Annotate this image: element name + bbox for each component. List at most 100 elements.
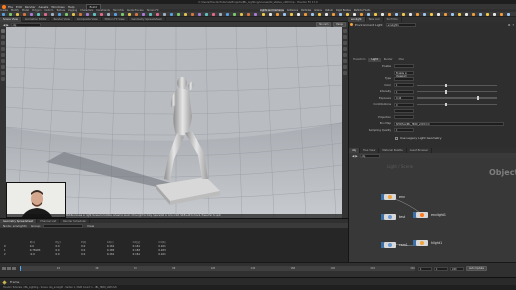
move-tool-icon[interactable] xyxy=(1,35,5,39)
param-value-field[interactable] xyxy=(394,108,414,113)
shelf-tool-icon[interactable] xyxy=(233,13,236,16)
light-tool-icon[interactable] xyxy=(374,13,377,16)
param-node-name[interactable]: envlight1 xyxy=(385,22,416,27)
scale-tool-icon[interactable] xyxy=(1,47,5,51)
menu-assets[interactable]: Assets xyxy=(39,5,49,9)
param-slider[interactable] xyxy=(417,96,497,100)
shelf-tool-icon[interactable] xyxy=(247,13,250,16)
back-icon[interactable]: ◀ xyxy=(3,23,5,27)
help-icon[interactable]: ? xyxy=(512,23,514,27)
shelf-tool-icon[interactable] xyxy=(212,13,215,16)
light-tool-icon[interactable] xyxy=(395,13,398,16)
light-tool-icon[interactable] xyxy=(325,13,328,16)
light-tool-icon[interactable] xyxy=(507,13,510,16)
shelf-tool-icon[interactable] xyxy=(219,13,222,16)
network-path[interactable]: obj xyxy=(10,22,41,27)
light-tool-icon[interactable] xyxy=(367,13,370,16)
param-subtab-1[interactable]: Light xyxy=(368,58,381,62)
light-tool-icon[interactable] xyxy=(332,13,335,16)
display-options-icon[interactable] xyxy=(343,29,347,33)
light-tool-icon[interactable] xyxy=(381,13,384,16)
light-tool-icon[interactable] xyxy=(318,13,321,16)
light-tool-icon[interactable] xyxy=(262,13,265,16)
tab-viewer-0[interactable]: Scene View xyxy=(0,16,22,22)
light-tool-icon[interactable] xyxy=(465,13,468,16)
param-value-field[interactable]: Enable in Viewport xyxy=(394,70,414,78)
brush-tool-icon[interactable] xyxy=(1,77,5,81)
pose-tool-icon[interactable] xyxy=(1,59,5,63)
snap-tool-icon[interactable] xyxy=(1,71,5,75)
param-value-field[interactable] xyxy=(394,64,414,69)
network-node[interactable]: test xyxy=(381,214,405,220)
camera-icon[interactable] xyxy=(343,47,347,51)
light-tool-icon[interactable] xyxy=(430,13,433,16)
param-subtab-3[interactable]: Misc xyxy=(396,58,408,62)
tab-viewer-4[interactable]: Motion FX View xyxy=(102,16,129,22)
render-region-icon[interactable] xyxy=(343,71,347,75)
param-subtab-2[interactable]: Render xyxy=(381,58,396,62)
network-node[interactable]: env xyxy=(381,194,405,200)
select-tool-icon[interactable] xyxy=(1,29,5,33)
tab-viewer-2[interactable]: Render View xyxy=(51,16,74,22)
light-tool-icon[interactable] xyxy=(479,13,482,16)
rotate-tool-icon[interactable] xyxy=(1,41,5,45)
key-icon[interactable] xyxy=(2,279,7,285)
network-node[interactable]: cam1 xyxy=(381,242,408,248)
light-tool-icon[interactable] xyxy=(500,13,503,16)
table-row[interactable]: 2 -0.0 0.0 0.0 0.161 0.161 0.161 xyxy=(4,253,184,257)
param-slider[interactable] xyxy=(417,83,497,88)
gear-icon[interactable]: ⚙ xyxy=(508,23,511,27)
param-slider[interactable] xyxy=(417,102,497,107)
menu-file[interactable]: File xyxy=(8,5,13,9)
view-tool-icon[interactable] xyxy=(1,65,5,69)
lighting-icon[interactable] xyxy=(343,35,347,39)
shelf-tool-icon[interactable] xyxy=(191,13,194,16)
end-frame-field[interactable]: 240 xyxy=(450,266,464,271)
forward-icon[interactable]: ▶ xyxy=(6,23,8,27)
play-icon[interactable] xyxy=(11,267,16,270)
visibility-icon[interactable] xyxy=(343,53,347,57)
menu-edit[interactable]: Edit xyxy=(16,5,22,9)
param-value-field[interactable]: 0.44 xyxy=(394,96,414,101)
jump-start-icon[interactable] xyxy=(1,267,6,270)
slider-handle[interactable] xyxy=(445,83,447,88)
light-tool-icon[interactable] xyxy=(360,13,363,16)
param-value-field[interactable] xyxy=(394,76,414,81)
light-tool-icon[interactable] xyxy=(297,13,300,16)
param-value-field[interactable]: 1 xyxy=(394,128,414,133)
light-tool-icon[interactable] xyxy=(458,13,461,16)
tab-viewer-3[interactable]: Composite View xyxy=(74,16,102,22)
shelf-tool-icon[interactable] xyxy=(184,13,187,16)
menu-render[interactable]: Render xyxy=(25,5,36,9)
light-tool-icon[interactable] xyxy=(444,13,447,16)
light-tool-icon[interactable] xyxy=(472,13,475,16)
shading-icon[interactable] xyxy=(343,41,347,45)
shelf-tool-icon[interactable] xyxy=(198,13,201,16)
handle-tool-icon[interactable] xyxy=(1,53,5,57)
slider-handle[interactable] xyxy=(445,102,447,107)
slider-handle[interactable] xyxy=(477,96,479,100)
menu-help[interactable]: Help xyxy=(68,5,75,9)
shelf-tool-icon[interactable] xyxy=(170,13,173,16)
auto-update-button[interactable]: Auto Update xyxy=(466,266,487,271)
light-tool-icon[interactable] xyxy=(346,13,349,16)
spreadsheet-group-field[interactable] xyxy=(43,223,84,228)
light-tool-icon[interactable] xyxy=(339,13,342,16)
light-tool-icon[interactable] xyxy=(486,13,489,16)
menu-windows[interactable]: Windows xyxy=(51,5,64,9)
shelf-tool-icon[interactable] xyxy=(240,13,243,16)
param-value-field[interactable]: $HIP/tex/IBL_HDRI_v003.hdr xyxy=(394,121,504,126)
light-tool-icon[interactable] xyxy=(451,13,454,16)
light-tool-icon[interactable] xyxy=(416,13,419,16)
shelf-tool-icon[interactable] xyxy=(205,13,208,16)
param-value-field[interactable]: 1 xyxy=(394,83,414,88)
param-value-field[interactable]: 0 xyxy=(394,102,414,107)
light-tool-icon[interactable] xyxy=(493,13,496,16)
light-tool-icon[interactable] xyxy=(353,13,356,16)
shelf-tool-icon[interactable] xyxy=(226,13,229,16)
light-tool-icon[interactable] xyxy=(304,13,307,16)
param-value-field[interactable]: 1 xyxy=(394,89,414,94)
start-frame-field[interactable]: 1 xyxy=(434,266,448,271)
light-tool-icon[interactable] xyxy=(269,13,272,16)
param-slider[interactable] xyxy=(417,90,497,94)
